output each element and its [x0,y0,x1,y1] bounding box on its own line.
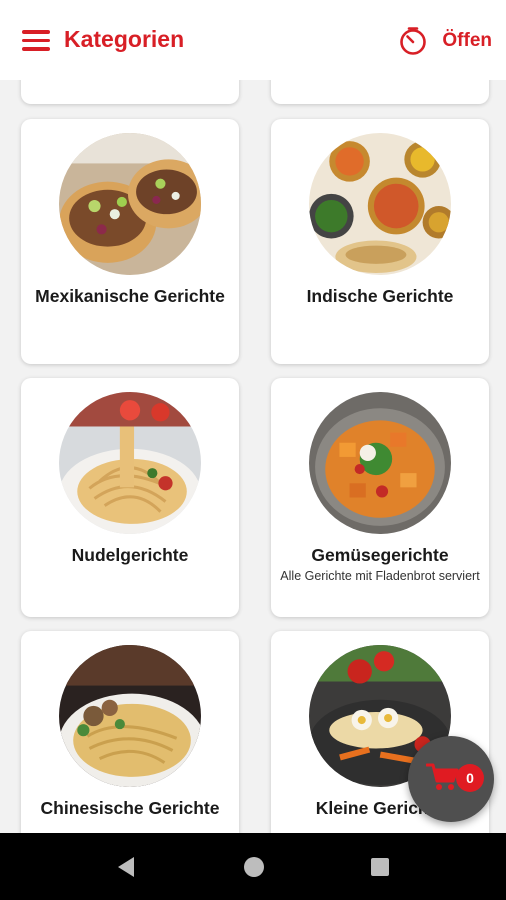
pasta-photo [59,392,201,534]
open-status-button[interactable]: Öffen [398,26,492,56]
category-card-chinese[interactable]: Chinesische Gerichte [21,631,239,833]
home-icon[interactable] [240,853,268,881]
recent-apps-icon[interactable] [366,853,394,881]
category-name: Indische Gerichte [306,286,454,306]
category-card[interactable] [271,80,489,104]
cart-icon [426,763,459,790]
indian-dishes-photo [309,133,451,275]
category-card-pasta[interactable]: Nudelgerichte [21,378,239,617]
cart-count-badge: 0 [456,764,484,792]
mexican-tacos-photo [59,133,201,275]
category-description: Alle Gerichte mit Fladenbrot serviert [280,569,480,583]
back-icon[interactable] [112,853,140,881]
category-card-vegetable[interactable]: Gemüsegerichte Alle Gerichte mit Fladenb… [271,378,489,617]
system-navigation-bar [0,833,506,900]
category-grid: Mexikanische Gerichte Indische Gerichte [0,80,506,833]
cart-button[interactable]: 0 [408,736,494,822]
category-card-indian[interactable]: Indische Gerichte [271,119,489,364]
vegetable-dish-photo [309,392,451,534]
chinese-noodles-photo [59,645,201,787]
category-name: Mexikanische Gerichte [35,286,225,306]
app-bar: Kategorien Öffen [0,0,506,80]
hamburger-menu-icon[interactable] [22,30,50,52]
category-name: Gemüsegerichte [311,545,449,565]
category-name: Chinesische Gerichte [40,798,220,818]
status-label: Öffen [442,30,492,51]
category-card-mexican[interactable]: Mexikanische Gerichte [21,119,239,364]
category-card[interactable] [21,80,239,104]
timer-icon [400,27,427,55]
page-title: Kategorien [64,26,185,52]
category-name: Nudelgerichte [71,545,189,565]
